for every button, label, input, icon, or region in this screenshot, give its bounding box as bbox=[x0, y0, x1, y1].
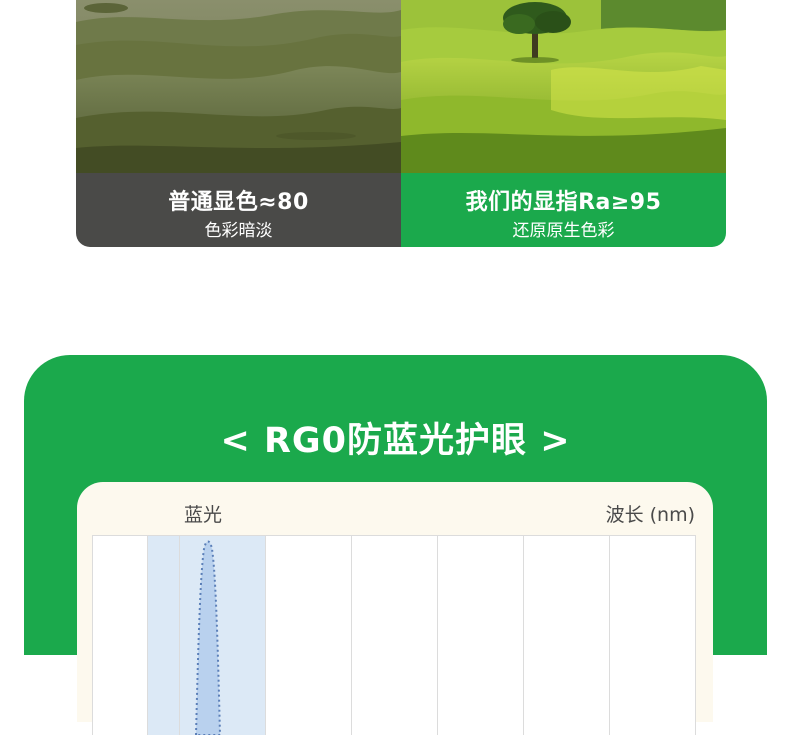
section-title: < RG0防蓝光护眼 > bbox=[24, 412, 767, 463]
dull-landscape-image bbox=[76, 0, 401, 173]
color-rendering-comparison: 普通显色≈80 色彩暗淡 我们的显指Ra≥95 还原原生色彩 bbox=[76, 0, 726, 247]
high-cri-title: 我们的显指Ra≥95 bbox=[401, 184, 726, 216]
wavelength-axis-label: 波长 (nm) bbox=[606, 500, 695, 527]
vivid-landscape-image bbox=[401, 0, 726, 173]
high-cri-caption: 我们的显指Ra≥95 还原原生色彩 bbox=[401, 173, 726, 247]
spectrum-plot bbox=[92, 535, 696, 735]
blue-light-chart-card: 蓝光 波长 (nm) bbox=[77, 482, 713, 722]
eye-care-section: < RG0防蓝光护眼 > 蓝光 波长 (nm) bbox=[24, 355, 767, 655]
standard-cri-title: 普通显色≈80 bbox=[76, 184, 401, 216]
standard-cri-subtitle: 色彩暗淡 bbox=[76, 216, 401, 241]
standard-cri-caption: 普通显色≈80 色彩暗淡 bbox=[76, 173, 401, 247]
blue-light-label: 蓝光 bbox=[184, 500, 222, 527]
high-cri-subtitle: 还原原生色彩 bbox=[401, 216, 726, 241]
